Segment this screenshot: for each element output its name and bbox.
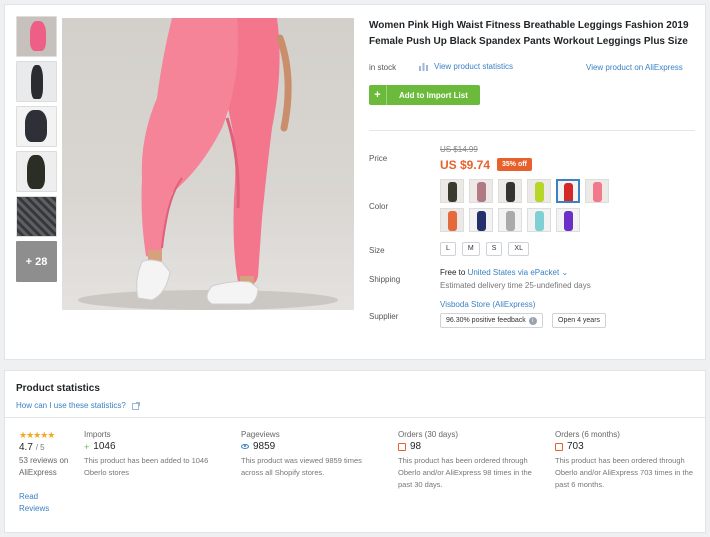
- size-option[interactable]: S: [485, 242, 503, 256]
- feedback-text: 96.30% positive feedback: [446, 317, 526, 324]
- imports-stat: Imports +1046 This product has been adde…: [84, 430, 214, 479]
- color-label: Color: [369, 202, 389, 211]
- color-swatch[interactable]: [440, 208, 464, 232]
- view-statistics-label: View product statistics: [434, 62, 513, 71]
- original-price: US $14.99: [440, 145, 478, 154]
- chevron-down-icon[interactable]: ⌄: [561, 268, 568, 277]
- thumbnail-image[interactable]: [16, 16, 57, 57]
- orders-30-stat: Orders (30 days) 98 This product has bee…: [398, 430, 538, 491]
- product-statistics-card: Product statistics How can I use these s…: [4, 370, 706, 533]
- color-swatch[interactable]: [585, 179, 609, 203]
- external-link-icon: [131, 401, 140, 410]
- plus-icon: +: [369, 85, 387, 105]
- more-images-button[interactable]: + 28: [16, 241, 57, 282]
- shipping-method-dropdown[interactable]: ePacket: [530, 268, 559, 277]
- thumbnail-image[interactable]: [16, 61, 57, 102]
- pageviews-stat: Pageviews 9859 This product was viewed 9…: [241, 430, 371, 479]
- color-swatch[interactable]: [440, 179, 464, 203]
- reviews-count: 53 reviews on AliExpress: [19, 456, 69, 477]
- supplier-label: Supplier: [369, 312, 399, 321]
- current-price: US $9.74: [440, 158, 491, 172]
- divider: [369, 130, 695, 131]
- view-statistics-link[interactable]: View product statistics: [419, 62, 513, 71]
- plus-icon: +: [84, 441, 90, 452]
- size-option[interactable]: XL: [508, 242, 529, 256]
- shipping-label: Shipping: [369, 275, 401, 284]
- size-label: Size: [369, 246, 385, 255]
- shipping-destination: Free to United States via ePacket ⌄: [440, 268, 568, 277]
- rating-value: 4.7 / 5: [19, 442, 45, 453]
- color-swatch[interactable]: [469, 208, 493, 232]
- color-swatch[interactable]: [527, 208, 551, 232]
- orders-6m-label: Orders (6 months): [555, 430, 620, 439]
- pageviews-description: This product was viewed 9859 times acros…: [241, 456, 362, 477]
- open-years-badge: Open 4 years: [552, 313, 607, 328]
- orders-6m-description: This product has been ordered through Ob…: [555, 456, 693, 489]
- feedback-badge: 96.30% positive feedback i: [440, 313, 543, 328]
- imports-label: Imports: [84, 430, 111, 439]
- size-option[interactable]: L: [440, 242, 456, 256]
- thumbnail-image[interactable]: [16, 196, 57, 237]
- pageviews-value: 9859: [253, 441, 276, 452]
- delivery-estimate: Estimated delivery time 25-undefined day…: [440, 281, 591, 290]
- free-to-text: Free to: [440, 268, 466, 277]
- discount-badge: 35% off: [497, 158, 532, 171]
- add-button-label: Add to Import List: [399, 90, 468, 100]
- add-to-import-list-button[interactable]: + Add to Import List: [369, 85, 480, 105]
- bar-chart-icon: [419, 63, 428, 71]
- product-card: + 28 Women Pink High Waist Fitness Breat…: [4, 4, 706, 360]
- price-label: Price: [369, 154, 388, 163]
- pageviews-label: Pageviews: [241, 430, 280, 439]
- box-icon: [555, 442, 563, 451]
- rating-stars: ★★★★★: [19, 430, 55, 440]
- thumbnail-list: + 28: [16, 16, 57, 282]
- orders-6m-value: 703: [567, 441, 584, 452]
- box-icon: [398, 442, 406, 451]
- imports-value: 1046: [93, 441, 116, 452]
- product-title: Women Pink High Waist Fitness Breathable…: [369, 20, 689, 47]
- orders-30-value: 98: [410, 441, 422, 452]
- color-swatch-selected[interactable]: [556, 179, 580, 203]
- via-text: via: [517, 268, 529, 277]
- help-link-label: How can I use these statistics?: [16, 401, 126, 410]
- color-swatch[interactable]: [556, 208, 580, 232]
- statistics-title: Product statistics: [16, 383, 100, 394]
- color-swatch[interactable]: [498, 208, 522, 232]
- color-swatch[interactable]: [498, 179, 522, 203]
- orders-6m-stat: Orders (6 months) 703 This product has b…: [555, 430, 695, 491]
- size-options: L M S XL: [440, 242, 529, 256]
- product-main-image: [62, 18, 354, 310]
- supplier-store-link[interactable]: Visboda Store (AliExpress): [440, 300, 535, 309]
- read-reviews-link[interactable]: Read Reviews: [19, 491, 59, 515]
- size-option[interactable]: M: [461, 242, 480, 256]
- orders-30-label: Orders (30 days): [398, 430, 459, 439]
- eye-icon: [241, 444, 249, 449]
- color-swatches: [440, 179, 620, 232]
- rating-scale: / 5: [35, 443, 45, 452]
- orders-30-description: This product has been ordered through Ob…: [398, 456, 532, 489]
- info-icon[interactable]: i: [528, 316, 537, 325]
- divider: [5, 417, 705, 418]
- color-swatch[interactable]: [527, 179, 551, 203]
- view-on-aliexpress-link[interactable]: View product on AliExpress: [586, 63, 683, 72]
- imports-description: This product has been added to 1046 Ober…: [84, 456, 209, 477]
- color-swatch[interactable]: [469, 179, 493, 203]
- leggings-image: [78, 18, 338, 310]
- thumbnail-image[interactable]: [16, 106, 57, 147]
- thumbnail-image[interactable]: [16, 151, 57, 192]
- stock-status: in stock: [369, 63, 397, 72]
- statistics-help-link[interactable]: How can I use these statistics?: [16, 401, 140, 410]
- rating-number: 4.7: [19, 442, 33, 453]
- shipping-country-link[interactable]: United States: [468, 268, 516, 277]
